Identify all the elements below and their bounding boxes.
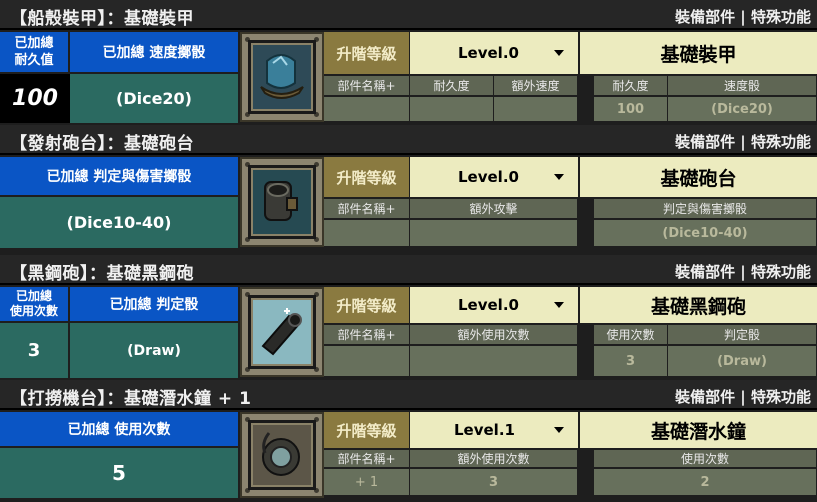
level-select[interactable]: Level.0	[410, 287, 578, 323]
level-select[interactable]: Level.1	[410, 412, 578, 448]
part-name: 基礎裝甲	[580, 32, 817, 74]
stat-label: 已加總 耐久值	[0, 32, 70, 74]
val-extra-uses[interactable]	[410, 346, 578, 376]
section-title: 【黑鋼砲】：基礎黑鋼砲	[10, 264, 194, 284]
section-title: 【打撈機台】：基礎潛水鐘 + 1	[10, 389, 252, 409]
val-extra-speed[interactable]	[494, 97, 578, 121]
level-select[interactable]: Level.0	[410, 32, 578, 74]
col-extra-uses: 額外使用次數	[410, 325, 578, 345]
dice-label: 已加總 使用次數	[0, 412, 240, 448]
stat-label-line2: 耐久值	[14, 53, 54, 68]
val-hit-damage-dice: (Dice10-40)	[594, 220, 817, 246]
level-value: Level.0	[458, 168, 519, 186]
val-part-name[interactable]: + 1	[324, 469, 410, 495]
dice-value: (Draw)	[70, 323, 240, 378]
val-judge-dice: (Draw)	[668, 346, 817, 376]
cannon-icon[interactable]	[240, 287, 324, 377]
col-uses: 使用次數	[594, 325, 668, 345]
col-judge-dice: 判定骰	[668, 325, 817, 345]
val-extra-attack[interactable]	[410, 220, 578, 246]
section-tabs[interactable]: 裝備部件 | 特殊功能	[675, 261, 811, 282]
diving-bell-icon[interactable]	[240, 412, 324, 498]
val-part-name[interactable]	[324, 220, 410, 246]
section-header: 【黑鋼砲】：基礎黑鋼砲 裝備部件 | 特殊功能	[0, 255, 817, 285]
chevron-down-icon	[554, 302, 564, 308]
upgrade-label: 升階等級	[324, 32, 410, 74]
section-black-steel-cannon: 【黑鋼砲】：基礎黑鋼砲 裝備部件 | 特殊功能 已加總 使用次數 已加總 判定骰…	[0, 255, 817, 380]
col-part-name: 部件名稱+	[324, 76, 410, 96]
val-part-name[interactable]	[324, 346, 410, 376]
section-launch-turret: 【發射砲台】：基礎砲台 裝備部件 | 特殊功能 已加總 判定與傷害擲骰 (Dic…	[0, 125, 817, 250]
stat-value: 100	[0, 74, 70, 123]
val-durability[interactable]	[410, 97, 494, 121]
stat-label: 已加總 使用次數	[0, 287, 70, 323]
chevron-down-icon	[554, 174, 564, 180]
level-select[interactable]: Level.0	[410, 157, 578, 197]
level-value: Level.0	[458, 44, 519, 62]
upgrade-label: 升階等級	[324, 287, 410, 323]
val-uses: 2	[594, 469, 817, 495]
part-name: 基礎黑鋼砲	[580, 287, 817, 323]
equipment-sheet: 【船殼裝甲】：基礎裝甲 裝備部件 | 特殊功能 已加總 耐久值 已加總 速度擲骰…	[0, 0, 817, 502]
val-extra-uses[interactable]: 3	[410, 469, 578, 495]
section-header: 【打撈機台】：基礎潛水鐘 + 1 裝備部件 | 特殊功能	[0, 380, 817, 410]
col-hit-damage-dice: 判定與傷害擲骰	[594, 199, 817, 219]
val-part-name[interactable]	[324, 97, 410, 121]
upgrade-label: 升階等級	[324, 412, 410, 448]
col-extra-attack: 額外攻擊	[410, 199, 578, 219]
col-speed-dice: 速度骰	[668, 76, 817, 96]
turret-icon[interactable]	[240, 157, 324, 247]
dice-value: (Dice20)	[70, 74, 240, 123]
col-uses: 使用次數	[594, 450, 817, 468]
hull-armor-icon[interactable]	[240, 32, 324, 122]
col-extra-speed: 額外速度	[494, 76, 578, 96]
section-hull-armor: 【船殼裝甲】：基礎裝甲 裝備部件 | 特殊功能 已加總 耐久值 已加總 速度擲骰…	[0, 0, 817, 125]
dice-label: 已加總 判定與傷害擲骰	[0, 157, 240, 197]
val-uses: 3	[594, 346, 668, 376]
chevron-down-icon	[554, 427, 564, 433]
val-speed-dice: (Dice20)	[668, 97, 817, 121]
section-header: 【發射砲台】：基礎砲台 裝備部件 | 特殊功能	[0, 125, 817, 155]
section-title: 【發射砲台】：基礎砲台	[10, 134, 194, 154]
dice-label: 已加總 速度擲骰	[70, 32, 240, 74]
section-tabs[interactable]: 裝備部件 | 特殊功能	[675, 386, 811, 407]
level-value: Level.0	[458, 296, 519, 314]
dice-value: 5	[0, 448, 240, 498]
section-tabs[interactable]: 裝備部件 | 特殊功能	[675, 131, 811, 152]
col-total-durability: 耐久度	[594, 76, 668, 96]
section-header: 【船殼裝甲】：基礎裝甲 裝備部件 | 特殊功能	[0, 0, 817, 30]
dice-label: 已加總 判定骰	[70, 287, 240, 323]
part-name: 基礎砲台	[580, 157, 817, 197]
part-name: 基礎潛水鐘	[580, 412, 817, 448]
section-title: 【船殼裝甲】：基礎裝甲	[10, 9, 194, 29]
col-part-name: 部件名稱+	[324, 325, 410, 345]
stat-label-line1: 已加總	[14, 36, 54, 51]
section-salvage-platform: 【打撈機台】：基礎潛水鐘 + 1 裝備部件 | 特殊功能 已加總 使用次數 5 …	[0, 380, 817, 502]
stat-value: 3	[0, 323, 70, 378]
chevron-down-icon	[554, 50, 564, 56]
upgrade-label: 升階等級	[324, 157, 410, 197]
col-durability: 耐久度	[410, 76, 494, 96]
stat-label-line2: 使用次數	[9, 304, 58, 318]
col-part-name: 部件名稱+	[324, 450, 410, 468]
val-total-durability: 100	[594, 97, 668, 121]
level-value: Level.1	[454, 421, 515, 439]
col-extra-uses: 額外使用次數	[410, 450, 578, 468]
section-tabs[interactable]: 裝備部件 | 特殊功能	[675, 6, 811, 27]
col-part-name: 部件名稱+	[324, 199, 410, 219]
dice-value: (Dice10-40)	[0, 197, 240, 248]
stat-label-line1: 已加總	[15, 289, 52, 303]
